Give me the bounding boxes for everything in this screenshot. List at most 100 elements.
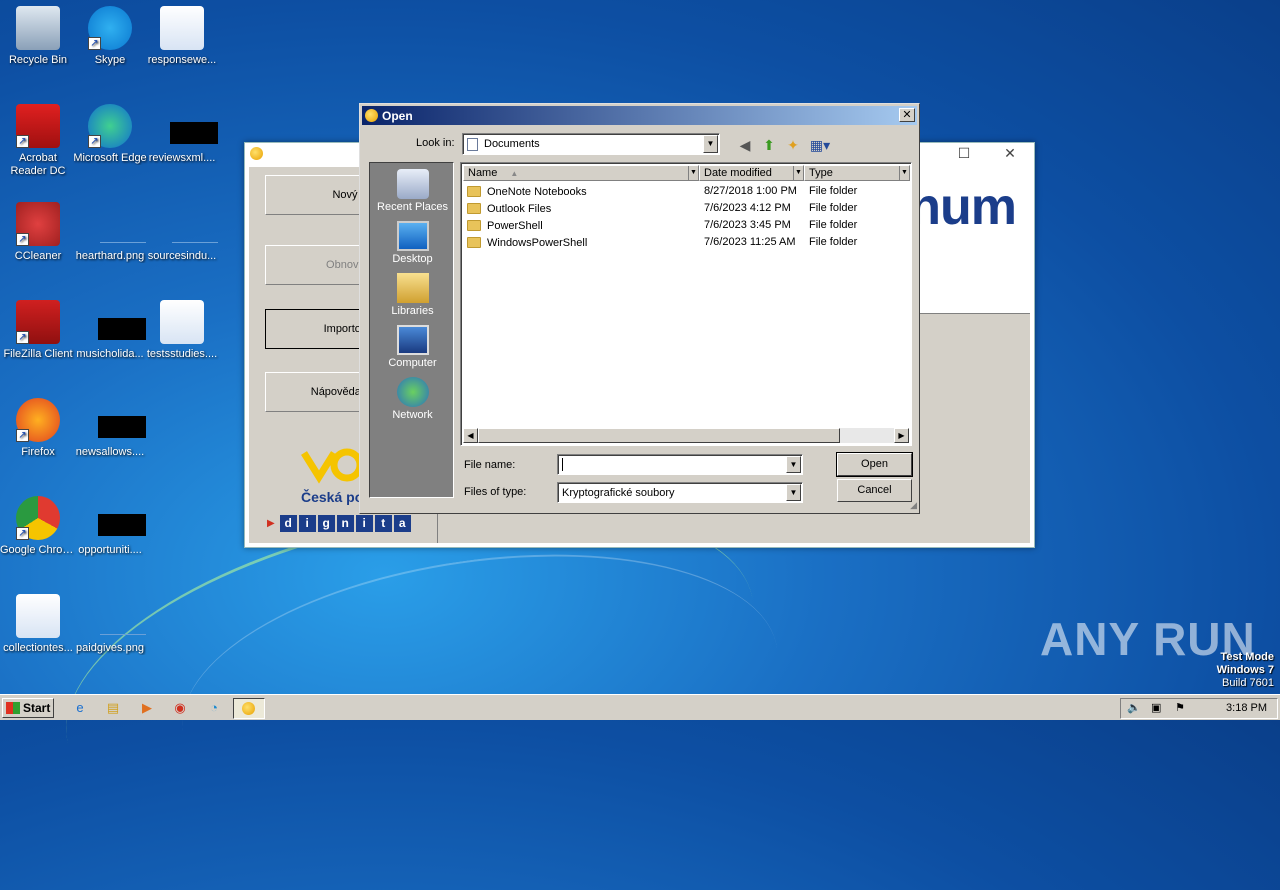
folder-icon [467,237,481,248]
start-button[interactable]: Start [2,698,54,718]
close-icon[interactable]: ✕ [989,143,1031,163]
file-type: File folder [809,236,858,248]
resize-grip-icon[interactable]: ◢ [910,500,917,511]
desktop-icon[interactable]: responsewe... [144,6,220,67]
flag-tray-icon[interactable]: ⚑ [1175,701,1185,714]
ie-icon[interactable]: e [70,699,90,717]
chevron-down-icon[interactable]: ▼ [793,166,803,180]
place-libraries[interactable]: Libraries [370,273,455,317]
files-of-type-select[interactable]: Kryptografické soubory ▼ [557,482,803,503]
file-row[interactable]: WindowsPowerShell [467,234,587,251]
look-in-label: Look in: [416,137,455,149]
desktop-icon[interactable]: sourcesindu... [144,202,220,263]
column-label: Type [809,167,833,179]
taskbar: Start e ▤ ▶ ◉ ◔ 🔈 ▣ ⚑ 3:18 PM [0,694,1280,720]
desktop-icon[interactable]: ↗ Skype [72,6,148,67]
desktop-icon-label: opportuniti.... [78,544,142,556]
chevron-down-icon[interactable]: ▼ [703,135,718,153]
taskbar-app-button[interactable] [233,698,265,719]
up-folder-icon[interactable]: ⬆ [760,136,778,154]
desktop-icon[interactable]: paidgives.png [72,594,148,655]
maximize-icon[interactable]: ☐ [943,143,985,163]
edge-icon[interactable]: ◔ [204,699,224,717]
column-name[interactable]: Name ▲ ▼ [463,165,699,181]
chevron-down-icon[interactable]: ▼ [786,456,801,473]
scroll-thumb[interactable] [478,428,840,443]
network-tray-icon[interactable]: ▣ [1151,701,1161,714]
skype-icon: ↗ [88,6,132,50]
volume-icon[interactable]: 🔈 [1127,701,1141,714]
look-in-select[interactable]: Documents ▼ [462,133,720,155]
desktop-icon[interactable]: testsstudies.... [144,300,220,361]
file-row[interactable]: PowerShell [467,217,543,234]
file-icon [88,300,146,344]
place-desktop[interactable]: Desktop [370,221,455,265]
chevron-down-icon[interactable]: ▼ [688,166,698,180]
horizontal-scrollbar[interactable]: ◀ ▶ [463,428,909,443]
filezilla-icon: ↗ [16,300,60,344]
desktop-icon[interactable]: collectiontes... [0,594,76,655]
desktop-icon[interactable]: reviewsxml.... [144,104,220,165]
file-icon [88,496,146,540]
desktop-icon[interactable]: ↗ Google Chrome [0,496,76,557]
image-icon [88,202,146,246]
column-type[interactable]: Type ▼ [804,165,910,181]
desktop-icon-label: FileZilla Client [3,348,73,360]
explorer-icon[interactable]: ▤ [103,699,123,717]
desktop-icon[interactable]: ↗ Firefox [0,398,76,459]
file-list[interactable]: Name ▲ ▼ Date modified ▼ Type ▼ OneNote … [460,162,912,446]
desktop-icon[interactable]: musicholida... [72,300,148,361]
desktop-icon[interactable]: hearthard.png [72,202,148,263]
chrome-icon[interactable]: ◉ [170,699,190,717]
file-row[interactable]: Outlook Files [467,200,551,217]
shortcut-arrow-icon: ↗ [88,37,101,50]
place-label: Libraries [391,305,434,317]
place-recent-places[interactable]: Recent Places [370,169,455,213]
column-date-modified[interactable]: Date modified ▼ [699,165,804,181]
place-network[interactable]: Network [370,377,455,421]
scroll-left-icon[interactable]: ◀ [463,428,478,443]
sort-up-icon: ▲ [510,169,519,178]
view-menu-icon[interactable]: ▦▾ [808,136,832,154]
windows-watermark: Test Mode Windows 7 Build 7601 [1217,651,1274,690]
place-label: Network [392,409,433,421]
back-icon[interactable]: ◀ [736,136,754,154]
desktop-icon[interactable]: ↗ Acrobat Reader DC [0,104,76,178]
desktop-icon[interactable]: ↗ FileZilla Client [0,300,76,361]
shortcut-arrow-icon: ↗ [16,331,29,344]
open-dialog[interactable]: Open ✕ Look in: Documents ▼ ◀ ⬆ ✦ ▦▾ Rec… [359,103,920,514]
dialog-titlebar[interactable]: Open ✕ [362,106,917,125]
scroll-right-icon[interactable]: ▶ [894,428,909,443]
file-icon [88,398,146,442]
desktop-icon[interactable]: Recycle Bin [0,6,76,67]
file-name: Outlook Files [487,202,552,215]
file-row[interactable]: OneNote Notebooks [467,183,587,200]
open-button[interactable]: Open [836,452,913,477]
file-icon [160,104,218,148]
app-icon [250,147,263,160]
app-icon [242,702,255,715]
close-button[interactable]: ✕ [899,108,915,122]
desktop-icon-label: Skype [94,54,126,66]
thumbnail-edge [100,242,146,243]
dignita-letter: d [279,515,297,532]
desktop-icon[interactable]: newsallows.... [72,398,148,459]
file-type: File folder [809,185,858,197]
word-doc-icon [160,300,204,344]
file-name-input[interactable]: ▼ [557,454,803,475]
clock[interactable]: 3:18 PM [1226,702,1267,714]
desktop-icon-label: Microsoft Edge [73,152,147,164]
folder-icon [467,186,481,197]
chevron-down-icon[interactable]: ▼ [899,166,909,180]
cancel-button[interactable]: Cancel [837,479,912,502]
desktop-icon[interactable]: ↗ Microsoft Edge [72,104,148,165]
desktop-icon[interactable]: opportuniti.... [72,496,148,557]
place-computer[interactable]: Computer [370,325,455,369]
chevron-down-icon[interactable]: ▼ [786,484,801,501]
recycle-bin-icon [16,6,60,50]
media-player-icon[interactable]: ▶ [137,699,157,717]
desktop-icon[interactable]: ↗ CCleaner [0,202,76,263]
shortcut-arrow-icon: ↗ [16,135,29,148]
new-folder-icon[interactable]: ✦ [784,136,802,154]
desktop-icon-label: musicholida... [76,348,144,360]
